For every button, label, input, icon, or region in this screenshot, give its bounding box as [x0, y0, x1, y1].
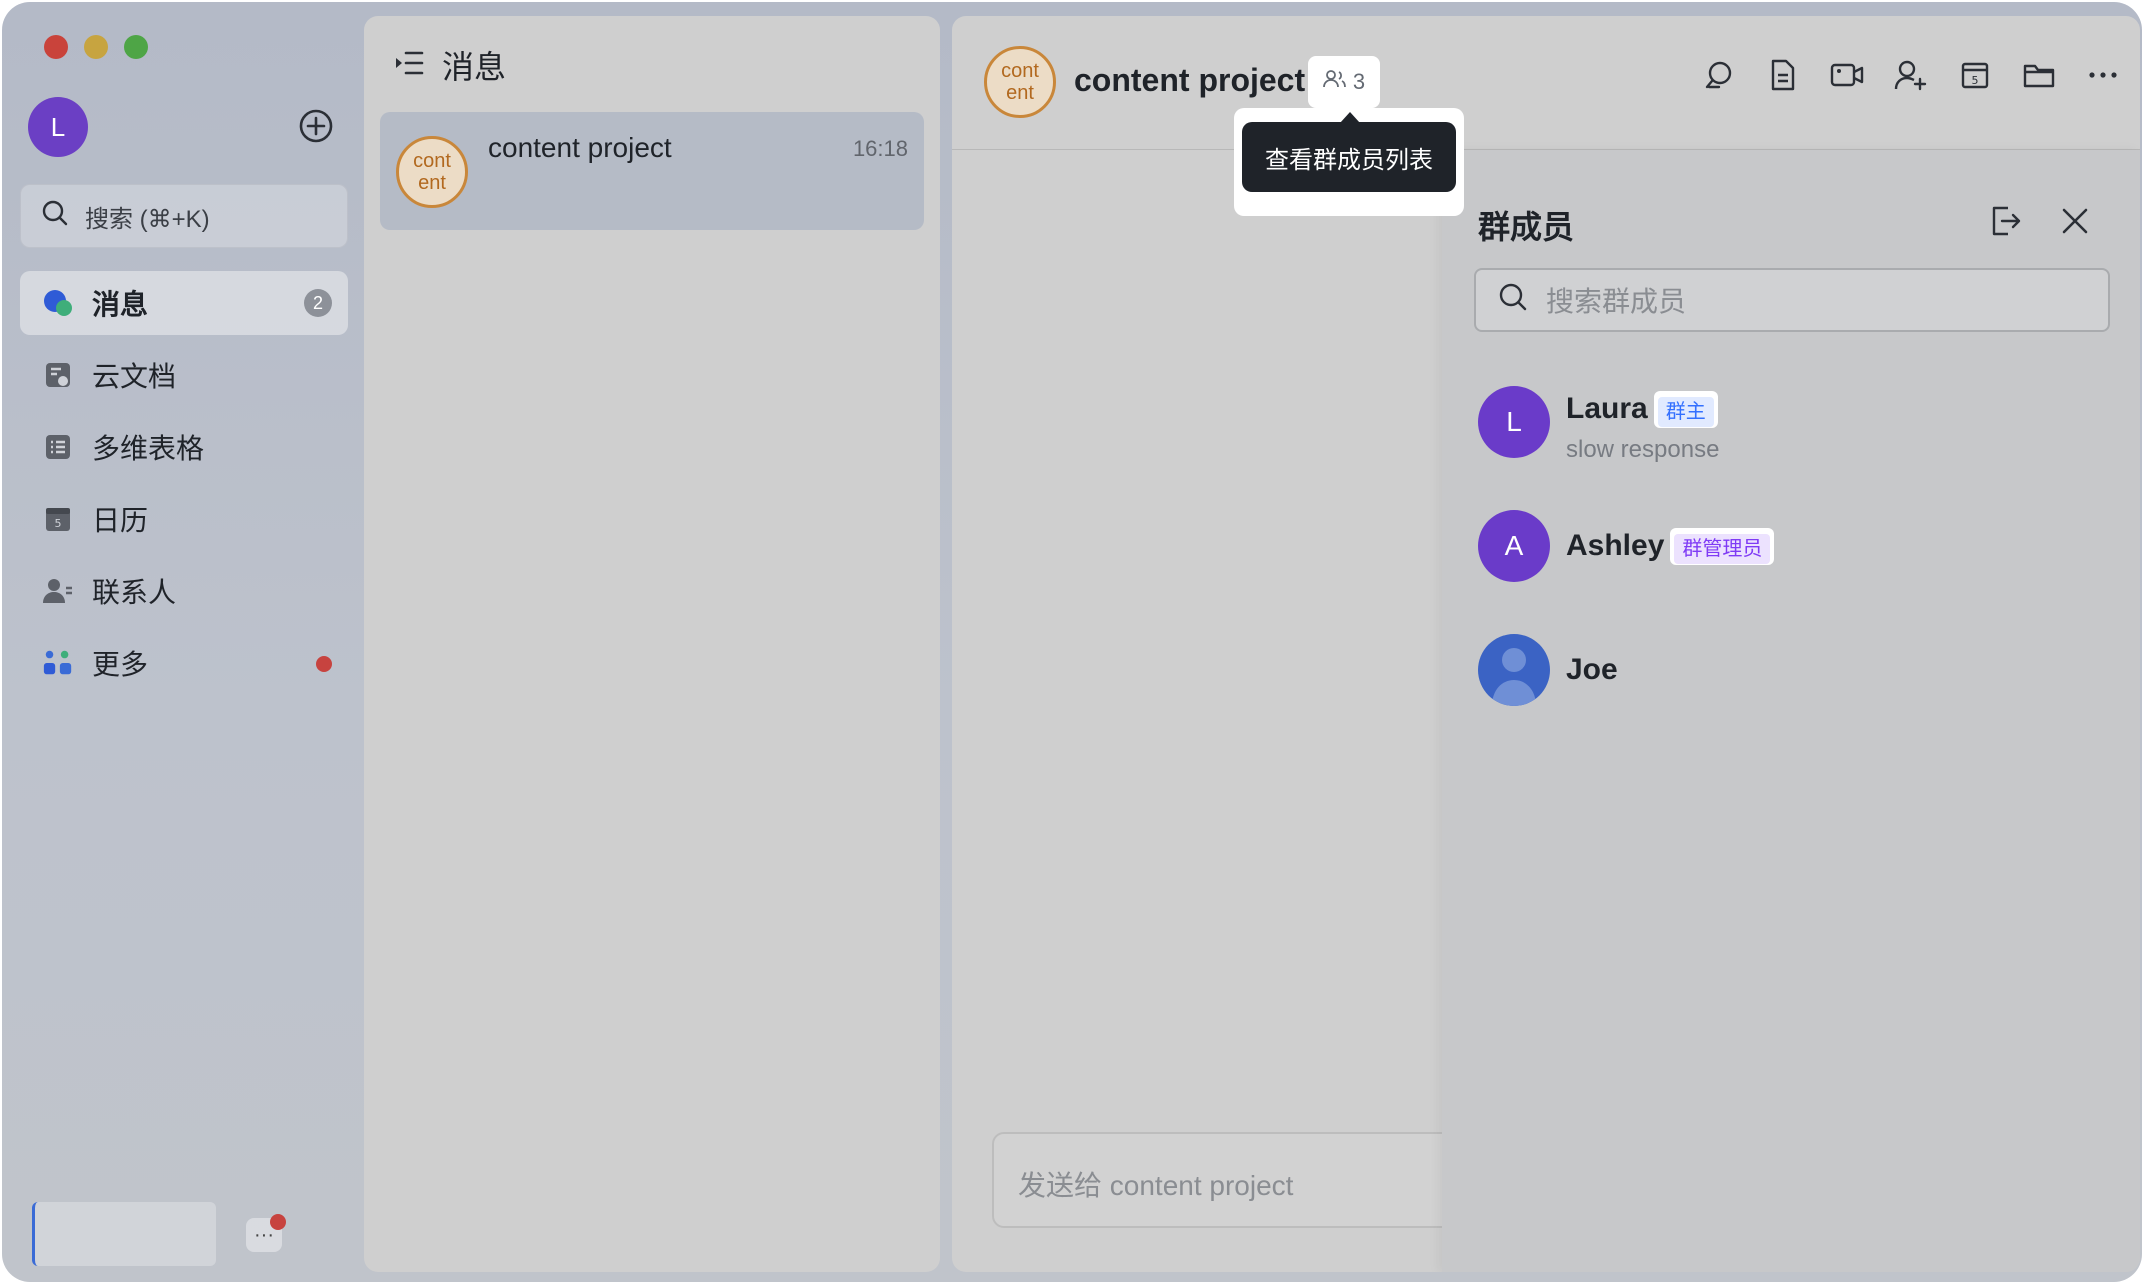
- sidebar-nav: 消息 2 云文档 多维表格 5 日历 联系人 更多: [20, 271, 348, 703]
- exit-group-icon[interactable]: [1988, 204, 2022, 238]
- member-name: Joe: [1566, 653, 1618, 686]
- drawer-title: 群成员: [1478, 209, 1575, 245]
- conversation-item[interactable]: cont ent content project 16:18: [380, 112, 924, 230]
- role-badge-wrap: 群管理员: [1670, 527, 1775, 565]
- zoom-window-button[interactable]: [124, 35, 148, 59]
- role-badge: 群主: [1657, 396, 1714, 427]
- members-icon: [1322, 69, 1347, 95]
- conversation-name: content project: [488, 132, 672, 163]
- member-count-button[interactable]: 3: [1308, 56, 1380, 108]
- sidebar-item-cloud-docs[interactable]: 云文档: [20, 343, 348, 407]
- conversation-list-header: 消息: [394, 42, 506, 88]
- add-icon[interactable]: [298, 108, 334, 144]
- chat-title: content project: [1074, 62, 1306, 98]
- message-icon: [42, 287, 74, 319]
- unread-badge: 2: [304, 289, 332, 317]
- more-icon[interactable]: [2086, 58, 2120, 92]
- chat-panel: cont ent content project 3 5 发送给 content…: [952, 16, 2140, 1272]
- chat-header: cont ent content project 3 5: [952, 16, 2140, 150]
- doc-icon[interactable]: [1766, 58, 1800, 92]
- sidebar-item-messages[interactable]: 消息 2: [20, 271, 348, 335]
- add-member-icon[interactable]: [1894, 58, 1928, 92]
- members-drawer: 群成员 搜索群成员 L Laura 群主 slow response A Ash…: [1442, 150, 2140, 1272]
- tooltip-container: 查看群成员列表: [1234, 108, 1464, 216]
- folder-icon[interactable]: [2022, 58, 2056, 92]
- group-avatar[interactable]: cont ent: [984, 46, 1056, 118]
- sidebar-item-label: 日历: [92, 505, 149, 536]
- role-badge-wrap: 群主: [1653, 390, 1718, 428]
- conversation-list-panel: 消息 cont ent content project 16:18: [364, 16, 940, 1272]
- notification-dot: [270, 1214, 286, 1230]
- more-apps-icon: [42, 647, 74, 679]
- member-count: 3: [1352, 69, 1366, 94]
- member-status: slow response: [1566, 436, 1720, 463]
- sidebar-item-label: 多维表格: [92, 433, 205, 464]
- sidebar-item-label: 更多: [92, 649, 149, 680]
- search-placeholder: 搜索 (⌘+K): [85, 205, 210, 233]
- close-window-button[interactable]: [44, 35, 68, 59]
- conversation-time: 16:18: [852, 136, 908, 161]
- page-title: 消息: [442, 49, 507, 85]
- group-avatar: cont ent: [396, 136, 468, 208]
- user-avatar[interactable]: L: [28, 97, 88, 157]
- member-search-input[interactable]: 搜索群成员: [1474, 268, 2110, 332]
- sidebar-item-contacts[interactable]: 联系人: [20, 559, 348, 623]
- tooltip: 查看群成员列表: [1242, 122, 1456, 192]
- contacts-icon: [42, 575, 74, 607]
- base-table-icon: [42, 431, 74, 463]
- avatar: [1478, 634, 1550, 706]
- message-input-placeholder: 发送给 content project: [1018, 1170, 1294, 1201]
- chat-toolbar: 5: [1702, 58, 2120, 92]
- sidebar-item-calendar[interactable]: 5 日历: [20, 487, 348, 551]
- minimize-window-button[interactable]: [84, 35, 108, 59]
- cloud-docs-icon: [42, 359, 74, 391]
- close-icon[interactable]: [2058, 204, 2092, 238]
- user-placeholder-icon: [1492, 648, 1536, 706]
- notification-dot: [316, 656, 332, 672]
- calendar-icon: 5: [42, 503, 74, 535]
- search-icon: [1498, 282, 1528, 319]
- app-window: L 搜索 (⌘+K) 消息 2 云文档 多维表格 5 日历 联系人 更多 ···…: [2, 2, 2142, 1282]
- collapse-list-icon[interactable]: [394, 47, 424, 84]
- blurred-preview[interactable]: [32, 1202, 216, 1266]
- svg-text:5: 5: [1972, 74, 1979, 87]
- sidebar-item-label: 联系人: [92, 577, 177, 608]
- member-search-placeholder: 搜索群成员: [1546, 286, 1687, 317]
- member-name: Ashley: [1566, 529, 1665, 562]
- calendar-icon[interactable]: 5: [1958, 58, 1992, 92]
- video-call-icon[interactable]: [1830, 58, 1864, 92]
- member-item[interactable]: L Laura 群主 slow response: [1478, 386, 1719, 464]
- role-badge: 群管理员: [1674, 533, 1771, 564]
- global-search-input[interactable]: 搜索 (⌘+K): [20, 184, 348, 248]
- sidebar-item-label: 云文档: [92, 361, 177, 392]
- avatar: A: [1478, 510, 1550, 582]
- member-item[interactable]: Joe: [1478, 634, 1618, 706]
- avatar: L: [1478, 386, 1550, 458]
- sidebar-item-base[interactable]: 多维表格: [20, 415, 348, 479]
- search-icon: [41, 199, 69, 234]
- search-icon[interactable]: [1702, 58, 1736, 92]
- svg-text:5: 5: [55, 517, 62, 530]
- sidebar-item-label: 消息: [92, 289, 149, 320]
- sidebar-item-more[interactable]: 更多: [20, 631, 348, 695]
- member-item[interactable]: A Ashley 群管理员: [1478, 510, 1775, 582]
- member-name: Laura: [1566, 392, 1648, 425]
